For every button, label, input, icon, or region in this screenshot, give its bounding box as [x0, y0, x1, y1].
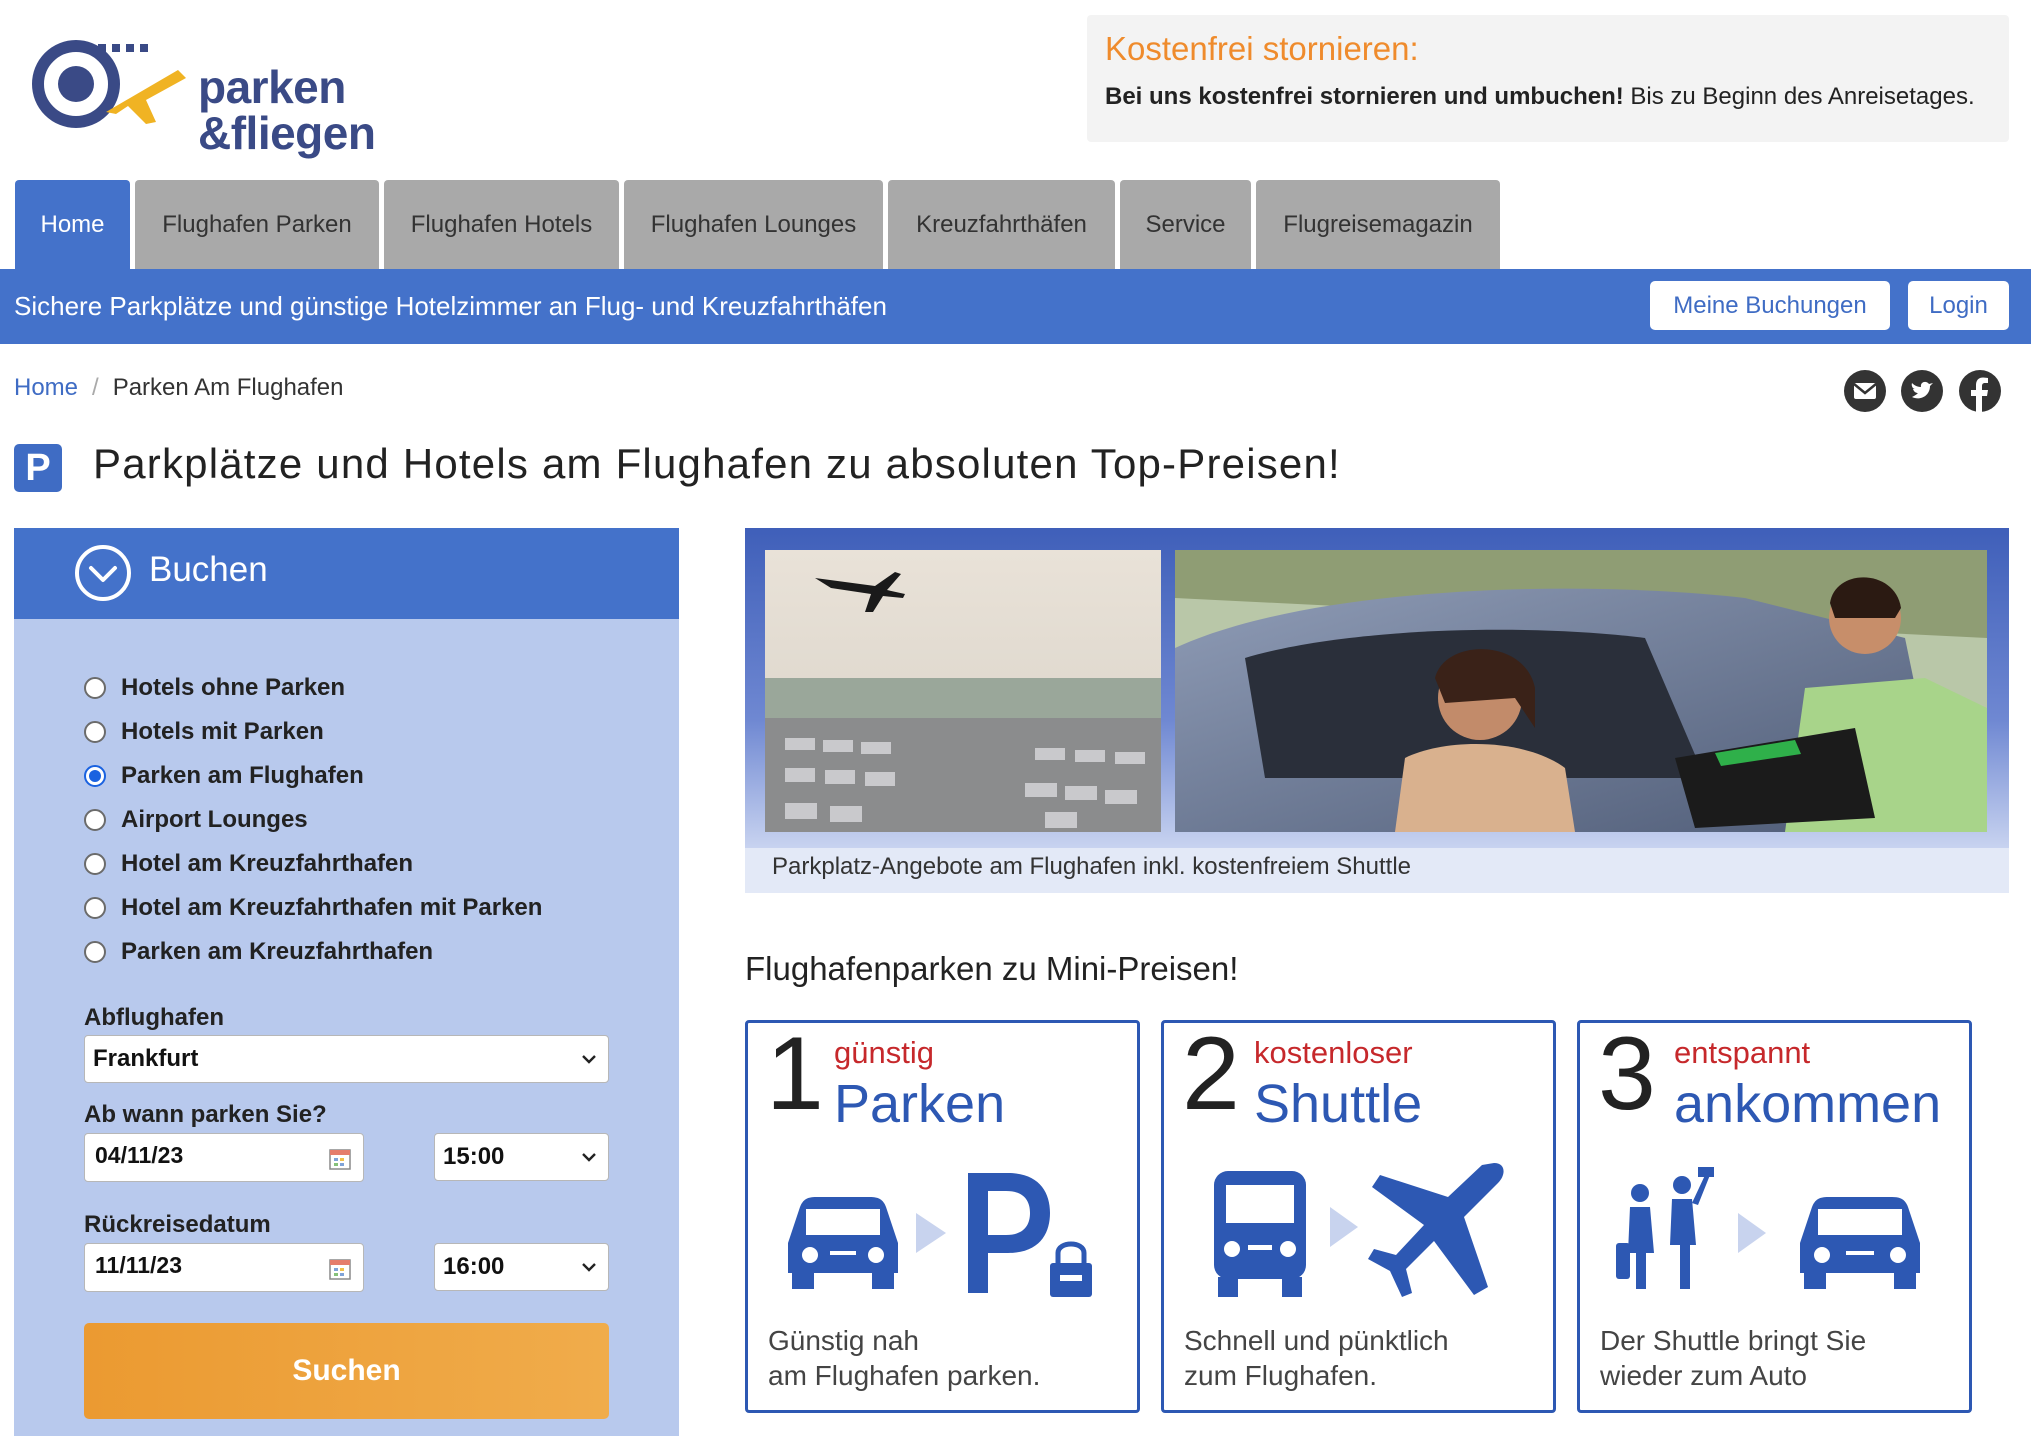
option-airport-lounges[interactable]: Airport Lounges [84, 806, 308, 834]
tab-service[interactable]: Service [1120, 180, 1251, 269]
my-bookings-button[interactable]: Meine Buchungen [1650, 281, 1890, 330]
return-date-input[interactable]: 11/11/23 [84, 1243, 364, 1292]
start-date-value: 04/11/23 [95, 1142, 184, 1168]
start-time-select[interactable]: 15:00 [434, 1133, 609, 1181]
breadcrumb-home-link[interactable]: Home [14, 374, 78, 402]
option-label: Hotel am Kreuzfahrthafen mit Parken [121, 894, 543, 921]
hero-photo [765, 550, 1987, 832]
option-label: Airport Lounges [121, 806, 308, 833]
radio-button[interactable] [84, 809, 106, 831]
return-time-select[interactable]: 16:00 [434, 1243, 609, 1291]
step-card-1: 1 günstig Parken Günstig nah am Flughafen… [745, 1016, 1140, 1413]
login-button[interactable]: Login [1908, 281, 2009, 330]
start-time-value: 15:00 [443, 1143, 505, 1170]
bus-to-plane-icon [1214, 1163, 1504, 1297]
step-number: 3 [1598, 1016, 1656, 1132]
page-title: Parkplätze und Hotels am Flughafen zu ab… [93, 440, 1341, 487]
booking-header[interactable]: Buchen [14, 528, 679, 619]
chevron-down-icon [582, 1263, 596, 1272]
tab-home[interactable]: Home [15, 180, 130, 269]
start-date-input[interactable]: 04/11/23 [84, 1133, 364, 1182]
radio-button[interactable] [84, 853, 106, 875]
steps-title: Flughafenparken zu Mini-Preisen! [745, 950, 1239, 987]
hero-image-frame [745, 528, 2009, 848]
breadcrumb: Home / Parken Am Flughafen [14, 374, 344, 402]
twitter-icon[interactable] [1900, 369, 1944, 413]
breadcrumb-separator: / [92, 374, 99, 401]
parking-badge-icon: P [14, 444, 62, 492]
cancellation-notice: Kostenfrei stornieren: Bei uns kostenfre… [1087, 15, 2009, 142]
tagline: Sichere Parkplätze und günstige Hotelzim… [14, 291, 887, 321]
breadcrumb-current: Parken Am Flughafen [112, 374, 344, 401]
notice-text: Bei uns kostenfrei stornieren und umbuch… [1105, 83, 1975, 110]
radio-button[interactable] [84, 897, 106, 919]
option-hotels-ohne-parken[interactable]: Hotels ohne Parken [84, 674, 345, 702]
calendar-icon[interactable] [329, 1148, 351, 1170]
chevron-down-icon [582, 1153, 596, 1162]
tab-flughafen-lounges[interactable]: Flughafen Lounges [624, 180, 883, 269]
tab-flugreisemagazin[interactable]: Flugreisemagazin [1256, 180, 1500, 269]
step-big-label: Shuttle [1254, 1074, 1423, 1134]
step-small-label: entspannt [1674, 1035, 1811, 1070]
option-label: Hotels ohne Parken [121, 674, 346, 701]
radio-button-selected[interactable] [84, 765, 106, 787]
logo-car-plane-icon [32, 40, 186, 128]
step-small-label: kostenloser [1254, 1035, 1413, 1070]
calendar-icon[interactable] [329, 1258, 351, 1280]
mail-icon[interactable] [1843, 369, 1887, 413]
chevron-circle-down-icon [75, 545, 131, 601]
travellers-to-car-icon [1616, 1167, 1920, 1289]
option-parken-am-flughafen[interactable]: Parken am Flughafen [84, 762, 364, 790]
step-card-3: 3 entspannt ankommen Der Shuttle bringt … [1577, 1016, 1972, 1413]
airport-select[interactable]: Frankfurt [84, 1035, 609, 1083]
booking-title: Buchen [149, 550, 268, 589]
option-hotel-am-kreuzfahrthafen-mit-parken[interactable]: Hotel am Kreuzfahrthafen mit Parken [84, 894, 542, 922]
step-big-label: Parken [834, 1074, 1006, 1134]
step-big-label: ankommen [1674, 1074, 1942, 1134]
radio-button[interactable] [84, 677, 106, 699]
option-label: Parken am Flughafen [121, 762, 364, 789]
option-label: Hotel am Kreuzfahrthafen [121, 850, 414, 877]
search-button[interactable]: Suchen [84, 1323, 609, 1419]
step-small-label: günstig [834, 1035, 934, 1070]
step-card-2: 2 kostenloser Shuttle Schnell und pünktl… [1161, 1016, 1556, 1413]
step-description: Der Shuttle bringt Sie wieder zum Auto [1600, 1325, 1867, 1391]
start-label: Ab wann parken Sie? [84, 1101, 327, 1128]
chevron-down-icon [582, 1055, 596, 1064]
option-label: Hotels mit Parken [121, 718, 324, 745]
step-number: 2 [1182, 1016, 1240, 1132]
facebook-icon[interactable] [1958, 369, 2002, 413]
radio-button[interactable] [84, 721, 106, 743]
step-number: 1 [766, 1016, 824, 1132]
option-parken-am-kreuzfahrthafen[interactable]: Parken am Kreuzfahrthafen [84, 938, 433, 966]
tab-flughafen-hotels[interactable]: Flughafen Hotels [384, 180, 619, 269]
return-date-value: 11/11/23 [95, 1252, 182, 1278]
tab-kreuzfahrthaefen[interactable]: Kreuzfahrthäfen [888, 180, 1115, 269]
logo[interactable]: parken &fliegen [28, 34, 376, 156]
hero-banner: Parkplatz-Angebote am Flughafen inkl. ko… [745, 528, 2009, 893]
hero-caption: Parkplatz-Angebote am Flughafen inkl. ko… [772, 853, 1412, 880]
main-nav: Home Flughafen Parken Flughafen Hotels F… [15, 180, 1505, 269]
logo-text: parken &fliegen [198, 61, 376, 159]
return-time-value: 16:00 [443, 1253, 505, 1280]
step-description: Schnell und pünktlich zum Flughafen. [1184, 1325, 1449, 1391]
tab-flughafen-parken[interactable]: Flughafen Parken [135, 180, 379, 269]
radio-button[interactable] [84, 941, 106, 963]
return-label: Rückreisedatum [84, 1211, 271, 1238]
booking-panel: Buchen Hotels ohne Parken Hotels mit Par… [14, 528, 679, 1436]
airport-label: Abflughafen [84, 1004, 224, 1031]
tagline-bar: Sichere Parkplätze und günstige Hotelzim… [0, 269, 2031, 344]
option-hotel-am-kreuzfahrthafen[interactable]: Hotel am Kreuzfahrthafen [84, 850, 413, 878]
airport-value: Frankfurt [93, 1045, 199, 1072]
car-to-parking-icon [788, 1173, 1092, 1297]
option-label: Parken am Kreuzfahrthafen [121, 938, 434, 965]
option-hotels-mit-parken[interactable]: Hotels mit Parken [84, 718, 324, 746]
step-description: Günstig nah am Flughafen parken. [768, 1325, 1041, 1391]
notice-title: Kostenfrei stornieren: [1105, 30, 1419, 67]
